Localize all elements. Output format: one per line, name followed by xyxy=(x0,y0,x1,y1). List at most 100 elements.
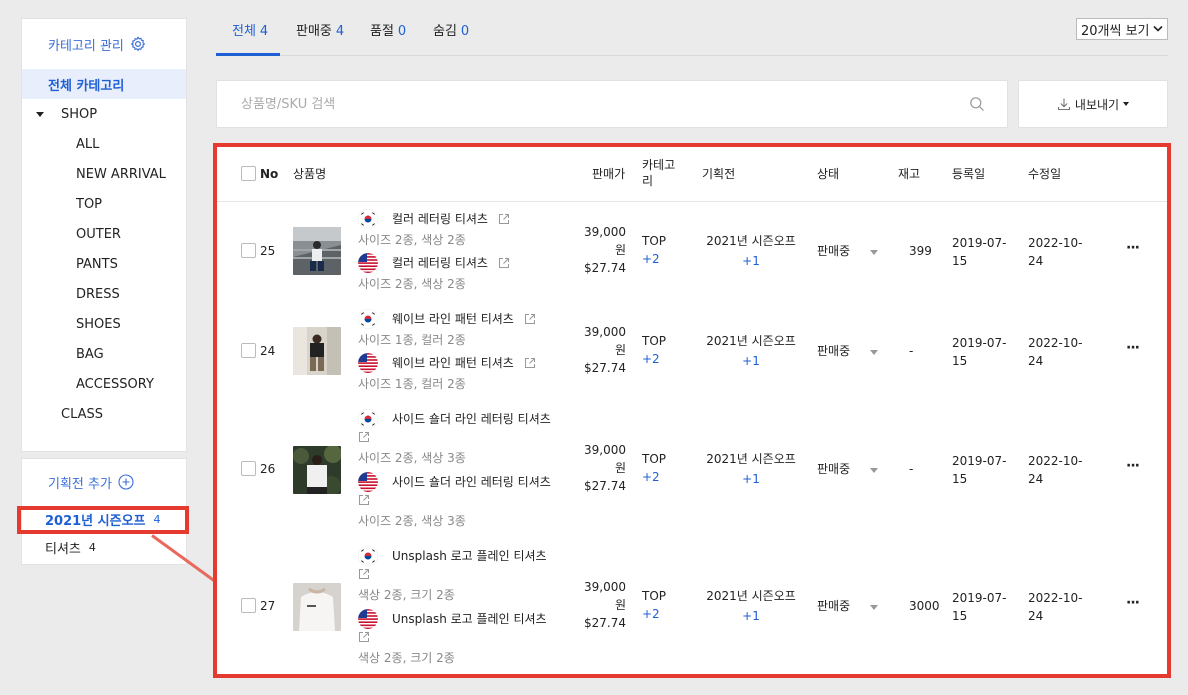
header-registered: 등록일 xyxy=(952,167,986,181)
header-category-line1: 카테고 xyxy=(642,158,676,172)
status-select[interactable]: 판매중 xyxy=(817,460,850,478)
product-thumbnail[interactable] xyxy=(293,327,341,375)
external-link-icon[interactable] xyxy=(358,631,370,643)
product-name-kr[interactable]: 사이드 숄더 라인 레터링 티셔츠 xyxy=(392,411,551,427)
more-options-icon[interactable]: ··· xyxy=(1126,595,1140,611)
sidebar-item-all[interactable]: ALL xyxy=(22,129,186,159)
sidebar-item-new-arrival[interactable]: NEW ARRIVAL xyxy=(22,159,186,189)
search-icon[interactable] xyxy=(969,96,985,112)
product-name-en[interactable]: 사이드 숄더 라인 레터링 티셔츠 xyxy=(392,474,551,490)
stock-value: - xyxy=(909,344,914,358)
export-button[interactable]: 내보내기 xyxy=(1018,80,1168,128)
per-page-select[interactable]: 20개씩 보기 xyxy=(1076,18,1168,40)
us-flag-icon xyxy=(358,472,378,492)
row-checkbox[interactable] xyxy=(241,461,256,476)
external-link-icon[interactable] xyxy=(524,313,536,325)
sidebar-item-accessory[interactable]: ACCESSORY xyxy=(22,369,186,399)
sidebar-item-pants[interactable]: PANTS xyxy=(22,249,186,279)
more-options-icon[interactable]: ··· xyxy=(1126,240,1140,256)
category-label: SHOES xyxy=(76,316,121,332)
category-more[interactable]: +2 xyxy=(642,250,666,268)
product-thumbnail[interactable] xyxy=(293,446,341,494)
external-link-icon[interactable] xyxy=(358,568,370,580)
product-name-kr-text: 컬러 레터링 티셔츠 xyxy=(392,212,488,226)
sidebar-item-shoes[interactable]: SHOES xyxy=(22,309,186,339)
product-thumbnail[interactable] xyxy=(293,227,341,275)
add-exhibition-button[interactable]: 기획전 추가 xyxy=(22,459,186,505)
per-page-value: 20개씩 보기 xyxy=(1081,23,1150,39)
product-name-kr[interactable]: Unsplash 로고 플레인 티셔츠 xyxy=(392,548,547,564)
external-link-icon[interactable] xyxy=(498,213,510,225)
caret-down-icon[interactable] xyxy=(870,468,878,473)
caret-down-icon[interactable] xyxy=(870,250,878,255)
exhibition-cell: 2021년 시즌오프 +1 xyxy=(706,450,796,488)
product-desc-en: 사이즈 1종, 컬러 2종 xyxy=(358,377,466,391)
select-all-checkbox[interactable] xyxy=(241,166,256,181)
sidebar-item-shop[interactable]: SHOP xyxy=(22,99,186,129)
caret-down-icon[interactable] xyxy=(870,350,878,355)
table-row[interactable]: 25 컬러 레터링 티셔츠 사이즈 2종, 색상 2종 컬러 레터링 티셔츠 사… xyxy=(216,202,1168,302)
category-cell: TOP +2 xyxy=(642,587,666,623)
product-name-en[interactable]: 컬러 레터링 티셔츠 xyxy=(392,255,510,271)
status-select[interactable]: 판매중 xyxy=(817,242,850,260)
tab-on-sale[interactable]: 판매중 4 xyxy=(296,20,344,39)
row-checkbox[interactable] xyxy=(241,343,256,358)
exhibition-cell: 2021년 시즌오프 +1 xyxy=(706,332,796,370)
row-checkbox[interactable] xyxy=(241,243,256,258)
all-categories-label: 전체 카테고리 xyxy=(48,78,125,94)
external-link-icon[interactable] xyxy=(358,494,370,506)
sidebar-item-top[interactable]: TOP xyxy=(22,189,186,219)
tab-hidden[interactable]: 숨김 0 xyxy=(433,20,469,39)
product-thumbnail[interactable] xyxy=(293,583,341,631)
category-label: NEW ARRIVAL xyxy=(76,166,166,182)
tab-all[interactable]: 전체 4 xyxy=(232,20,268,39)
sidebar-item-outer[interactable]: OUTER xyxy=(22,219,186,249)
tab-label: 품절 xyxy=(370,24,394,39)
exhibition-more[interactable]: +1 xyxy=(706,470,796,488)
exhibition-more[interactable]: +1 xyxy=(706,352,796,370)
exhibition-item-tshirt[interactable]: 티셔츠 4 xyxy=(22,533,186,561)
plus-circle-icon xyxy=(118,474,134,490)
caret-down-icon[interactable] xyxy=(36,111,44,117)
product-desc-kr: 사이즈 1종, 컬러 2종 xyxy=(358,333,466,347)
external-link-icon[interactable] xyxy=(524,357,536,369)
category-value: TOP xyxy=(642,589,667,603)
exhibition-more[interactable]: +1 xyxy=(706,252,796,270)
sidebar-item-dress[interactable]: DRESS xyxy=(22,279,186,309)
status-select[interactable]: 판매중 xyxy=(817,342,850,360)
product-name-en[interactable]: Unsplash 로고 플레인 티셔츠 xyxy=(392,611,547,627)
caret-down-icon[interactable] xyxy=(870,605,878,610)
shop-label: SHOP xyxy=(61,106,98,122)
product-table: No 상품명 판매가 카테고 리 기획전 상태 재고 등록일 수정일 25 컬러… xyxy=(216,145,1168,675)
search-input[interactable] xyxy=(217,81,917,127)
sidebar-item-bag[interactable]: BAG xyxy=(22,339,186,369)
header-exhibition: 기획전 xyxy=(702,167,736,181)
row-checkbox[interactable] xyxy=(241,598,256,613)
product-name-kr[interactable]: 컬러 레터링 티셔츠 xyxy=(392,211,510,227)
date-line: 24 xyxy=(1028,354,1044,368)
sidebar-item-class[interactable]: CLASS xyxy=(22,399,186,429)
price-unit: 원 xyxy=(614,461,626,475)
category-more[interactable]: +2 xyxy=(642,350,666,368)
class-label: CLASS xyxy=(61,406,104,422)
row-no: 24 xyxy=(260,344,276,358)
registered-date: 2019-07- 15 xyxy=(952,234,1006,270)
table-row[interactable]: 24 웨이브 라인 패턴 티셔츠 사이즈 1종, 컬러 2종 웨이브 라인 패턴… xyxy=(216,302,1168,402)
product-name-kr[interactable]: 웨이브 라인 패턴 티셔츠 xyxy=(392,311,536,327)
table-row[interactable]: 27 Unsplash 로고 플레인 티셔츠 색상 2종, 크기 2종 Unsp… xyxy=(216,539,1168,675)
status-select[interactable]: 판매중 xyxy=(817,597,850,615)
category-manage-button[interactable]: 카테고리 관리 xyxy=(22,19,186,69)
us-flag-icon xyxy=(358,609,378,629)
table-row[interactable]: 26 사이드 숄더 라인 레터링 티셔츠 사이즈 2종, 색상 3종 사이드 숄… xyxy=(216,402,1168,539)
category-more[interactable]: +2 xyxy=(642,468,666,486)
more-options-icon[interactable]: ··· xyxy=(1126,340,1140,356)
category-more[interactable]: +2 xyxy=(642,605,666,623)
tab-sold-out[interactable]: 품절 0 xyxy=(370,20,406,39)
external-link-icon[interactable] xyxy=(498,257,510,269)
exhibition-more[interactable]: +1 xyxy=(706,607,796,625)
sidebar-item-all-categories[interactable]: 전체 카테고리 xyxy=(22,69,186,99)
exhibition-cell: 2021년 시즌오프 +1 xyxy=(706,587,796,625)
product-name-en[interactable]: 웨이브 라인 패턴 티셔츠 xyxy=(392,355,536,371)
external-link-icon[interactable] xyxy=(358,431,370,443)
more-options-icon[interactable]: ··· xyxy=(1126,458,1140,474)
